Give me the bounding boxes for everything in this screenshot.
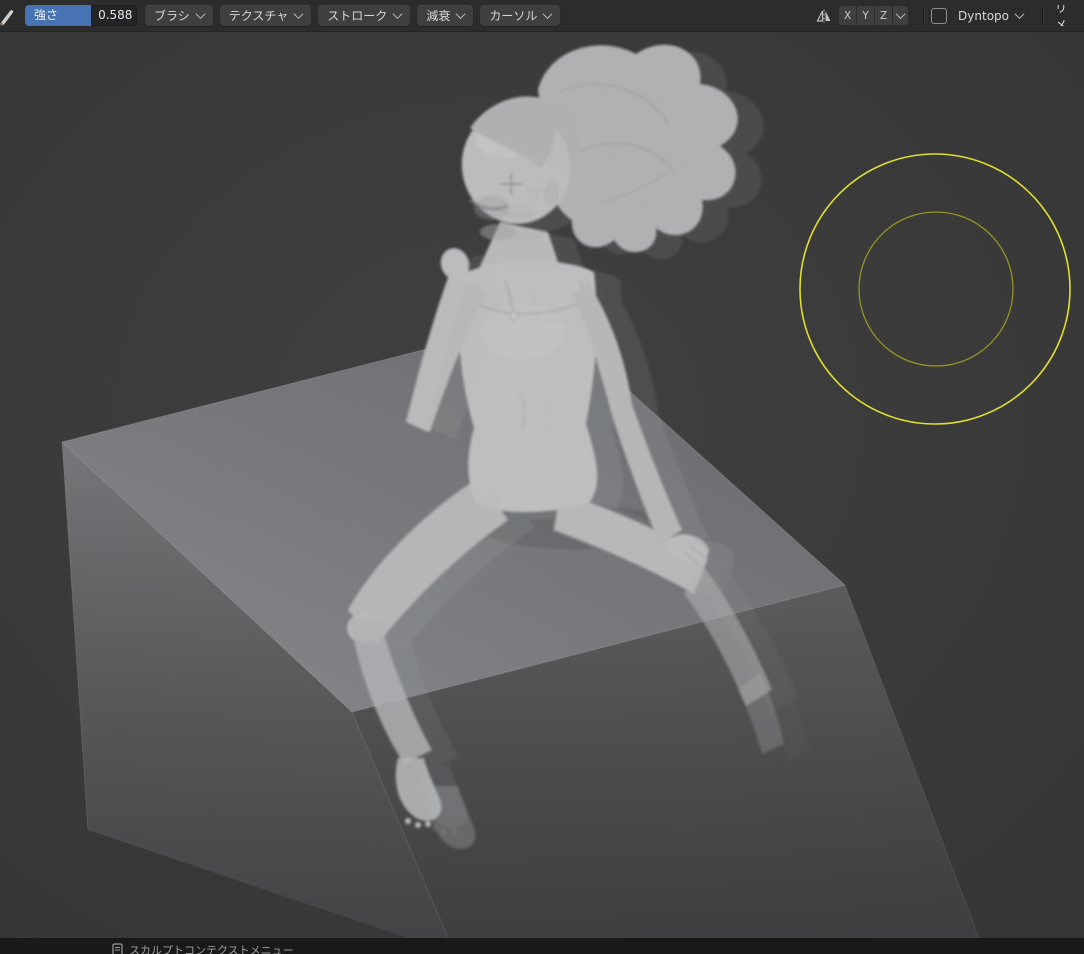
chevron-down-icon — [895, 9, 906, 20]
falloff-dropdown[interactable]: 減衰 — [417, 5, 474, 26]
header-separator — [923, 6, 925, 25]
sculpt-header-toolbar: 強さ 0.588 ブラシ テクスチャ ストローク 減衰 カーソル X Y Z D… — [0, 0, 1084, 32]
chevron-down-icon — [542, 9, 553, 20]
dyntopo-label: Dyntopo — [958, 8, 1009, 23]
mirror-y-button[interactable]: Y — [857, 6, 875, 25]
strength-slider[interactable]: 強さ 0.588 — [25, 5, 137, 26]
mirror-x-button[interactable]: X — [839, 6, 857, 25]
mirror-options-dropdown[interactable] — [893, 6, 909, 25]
context-menu-label[interactable]: スカルプトコンテクストメニュー — [129, 942, 294, 954]
chevron-down-icon — [1014, 9, 1025, 20]
remesh-panel-dropdown[interactable]: リメ — [1050, 5, 1080, 26]
status-bar: スカルプトコンテクストメニュー — [0, 938, 1084, 954]
chevron-down-icon — [195, 9, 206, 20]
mirror-icon — [813, 5, 835, 26]
dyntopo-panel-dropdown[interactable]: Dyntopo — [953, 5, 1028, 26]
chevron-down-icon — [455, 9, 466, 20]
context-menu-icon — [112, 941, 123, 954]
brush-dropdown-label: ブラシ — [154, 9, 190, 23]
texture-dropdown[interactable]: テクスチャ — [219, 5, 312, 26]
dyntopo-checkbox[interactable] — [931, 7, 948, 24]
3d-viewport[interactable] — [0, 32, 1084, 954]
mirror-z-button[interactable]: Z — [875, 6, 893, 25]
active-brush-icon[interactable] — [0, 5, 17, 27]
stroke-dropdown[interactable]: ストローク — [318, 5, 411, 26]
mirror-axis-group: X Y Z — [839, 6, 909, 25]
remesh-label: リメ — [1055, 5, 1068, 26]
texture-dropdown-label: テクスチャ — [228, 9, 289, 23]
cursor-dropdown-label: カーソル — [489, 9, 538, 23]
header-separator — [1042, 6, 1043, 25]
falloff-dropdown-label: 減衰 — [426, 9, 451, 23]
brush-dropdown[interactable]: ブラシ — [145, 5, 213, 26]
cursor-dropdown[interactable]: カーソル — [480, 5, 561, 26]
strength-label: 強さ — [34, 8, 59, 22]
chevron-down-icon — [293, 9, 304, 20]
stroke-dropdown-label: ストローク — [327, 9, 388, 23]
strength-value: 0.588 — [98, 8, 133, 22]
chevron-down-icon — [392, 9, 403, 20]
